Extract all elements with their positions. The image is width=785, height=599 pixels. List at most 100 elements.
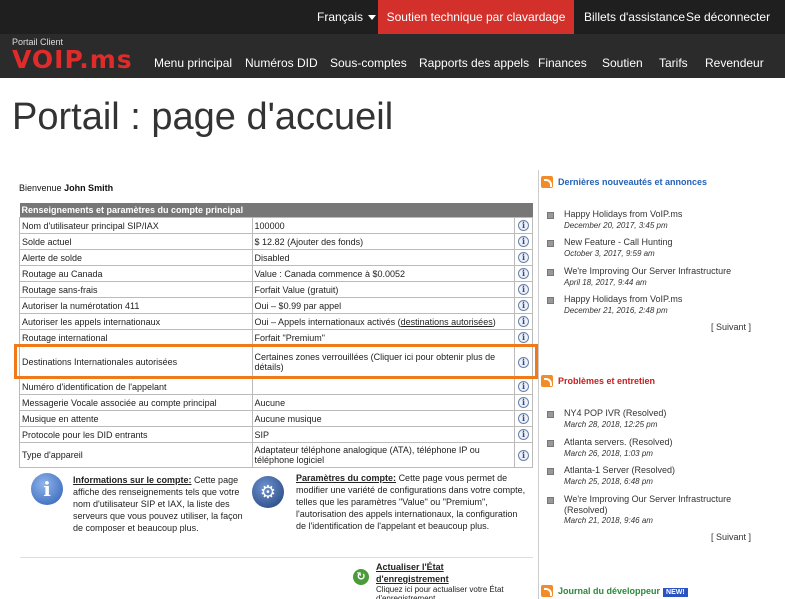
rss-icon[interactable] <box>541 176 553 188</box>
info-icon[interactable]: i <box>518 300 529 311</box>
nav-rapports-appels[interactable]: Rapports des appels <box>419 56 529 70</box>
issues-next-link[interactable]: [ Suivant ] <box>711 532 751 542</box>
issues-section-title[interactable]: Problèmes et entretien <box>558 376 655 386</box>
table-row: Autoriser la numérotation 411 Oui – $0.99… <box>19 297 533 314</box>
table-row: Nom d'utilisateur principal SIP/IAX 10000… <box>19 217 533 234</box>
info-icon[interactable]: i <box>518 413 529 424</box>
info-icon[interactable]: i <box>518 332 529 343</box>
row-label: Routage au Canada <box>19 265 253 282</box>
refresh-icon[interactable]: ↻ <box>353 569 369 585</box>
bullet-icon <box>547 497 554 504</box>
nav-finances[interactable]: Finances <box>538 56 587 70</box>
issue-title[interactable]: Atlanta-1 Server (Resolved) <box>564 465 675 476</box>
main-navigation: Portail Client VOIP.ms Menu principal Nu… <box>0 34 785 78</box>
account-params-block: Paramètres du compte: Cette page vous pe… <box>296 472 528 532</box>
info-icon[interactable]: i <box>518 236 529 247</box>
account-settings-table: Renseignements et paramètres du compte p… <box>19 203 533 468</box>
account-params-link[interactable]: Paramètres du compte: <box>296 473 396 483</box>
row-value: Oui – Appels internationaux activés (des… <box>251 313 516 330</box>
news-date: April 18, 2017, 9:44 am <box>564 278 647 287</box>
row-value: Forfait Value (gratuit) <box>251 281 516 298</box>
highlight-annotation <box>14 344 538 379</box>
row-value: Adaptateur téléphone analogique (ATA), t… <box>251 442 516 468</box>
bullet-icon <box>547 440 554 447</box>
news-title[interactable]: Happy Holidays from VoIP.ms <box>564 294 682 305</box>
info-icon[interactable]: i <box>518 429 529 440</box>
row-value: Aucune <box>251 394 516 411</box>
table-row: Solde actuel $ 12.82 (Ajouter des fonds) i <box>19 233 533 250</box>
info-icon[interactable]: i <box>518 252 529 263</box>
news-date: October 3, 2017, 9:59 am <box>564 249 655 258</box>
support-tickets-link[interactable]: Billets d'assistance <box>584 10 685 24</box>
info-icon[interactable]: i <box>518 316 529 327</box>
row-value: Value : Canada commence à $0.0052 <box>251 265 516 282</box>
table-row: Protocole pour les DID entrants SIP i <box>19 426 533 443</box>
issue-date: March 28, 2018, 12:25 pm <box>564 420 658 429</box>
row-value <box>251 378 516 395</box>
bullet-icon <box>547 269 554 276</box>
bullet-icon <box>547 212 554 219</box>
info-icon[interactable]: i <box>518 397 529 408</box>
chat-support-button[interactable]: Soutien technique par clavardage <box>378 0 574 34</box>
row-value-text: Oui – Appels internationaux activés ( <box>254 316 401 327</box>
row-label: Solde actuel <box>19 233 253 250</box>
info-icon[interactable]: i <box>518 284 529 295</box>
language-selector[interactable]: Français <box>317 10 377 24</box>
row-label: Nom d'utilisateur principal SIP/IAX <box>19 217 253 234</box>
info-icon[interactable]: i <box>518 268 529 279</box>
rss-icon[interactable] <box>541 585 553 597</box>
balance-value[interactable]: $ 12.82 (Ajouter des fonds) <box>251 233 516 250</box>
issue-date: March 21, 2018, 9:46 am <box>564 516 653 525</box>
row-label: Musique en attente <box>19 410 253 427</box>
nav-tarifs[interactable]: Tarifs <box>659 56 688 70</box>
account-info-link[interactable]: Informations sur le compte: <box>73 475 192 485</box>
bullet-icon <box>547 468 554 475</box>
welcome-message: Bienvenue John Smith <box>19 183 113 193</box>
logo[interactable]: Portail Client VOIP.ms <box>12 37 133 73</box>
issue-title[interactable]: We're Improving Our Server Infrastructur… <box>564 494 764 516</box>
row-value: Oui – $0.99 par appel <box>251 297 516 314</box>
row-label: Numéro d'identification de l'appelant <box>19 378 253 395</box>
issue-title[interactable]: NY4 POP IVR (Resolved) <box>564 408 666 419</box>
refresh-status-link[interactable]: Actualiser l'État d'enregistrement <box>376 562 449 584</box>
row-label: Protocole pour les DID entrants <box>19 426 253 443</box>
row-value-suffix: ) <box>492 316 496 327</box>
logout-link[interactable]: Se déconnecter <box>686 10 770 24</box>
nav-menu-principal[interactable]: Menu principal <box>154 56 232 70</box>
account-info-block: Informations sur le compte: Cette page a… <box>73 474 243 534</box>
row-value: SIP <box>251 426 516 443</box>
table-row: Type d'appareil Adaptateur téléphone anal… <box>19 442 533 468</box>
table-row: Messagerie Vocale associée au compte pri… <box>19 394 533 411</box>
info-icon[interactable]: i <box>518 449 529 461</box>
table-row: Alerte de solde Disabled i <box>19 249 533 266</box>
news-title[interactable]: New Feature - Call Hunting <box>564 237 673 248</box>
row-value: Aucune musique <box>251 410 516 427</box>
nav-numeros-did[interactable]: Numéros DID <box>245 56 318 70</box>
table-row: Numéro d'identification de l'appelant i <box>19 378 533 395</box>
dev-journal-title: Journal du développeur NEW! <box>558 586 688 597</box>
info-icon[interactable]: i <box>518 381 529 392</box>
news-next-link[interactable]: [ Suivant ] <box>711 322 751 332</box>
row-label: Autoriser les appels internationaux <box>19 313 253 330</box>
news-section-title[interactable]: Dernières nouveautés et annonces <box>558 177 707 187</box>
page-title: Portail : page d'accueil <box>12 96 394 138</box>
row-label: Alerte de solde <box>19 249 253 266</box>
allowed-destinations-link[interactable]: destinations autorisées <box>401 317 493 327</box>
rss-icon[interactable] <box>541 375 553 387</box>
news-title[interactable]: Happy Holidays from VoIP.ms <box>564 209 682 220</box>
row-label: Type d'appareil <box>19 442 253 468</box>
chevron-down-icon <box>368 15 377 21</box>
dev-journal-link[interactable]: Journal du développeur <box>558 586 660 596</box>
table-row: Musique en attente Aucune musique i <box>19 410 533 427</box>
top-bar: Français Soutien technique par clavardag… <box>0 0 785 34</box>
refresh-status-text: Cliquez ici pour actualiser votre État d… <box>376 585 504 599</box>
issue-title[interactable]: Atlanta servers. (Resolved) <box>564 437 673 448</box>
nav-soutien[interactable]: Soutien <box>602 56 643 70</box>
info-icon[interactable]: i <box>518 220 529 231</box>
table-row: Autoriser les appels internationaux Oui –… <box>19 313 533 330</box>
news-title[interactable]: We're Improving Our Server Infrastructur… <box>564 266 731 277</box>
row-label: Routage sans-frais <box>19 281 253 298</box>
language-label: Français <box>317 10 364 24</box>
nav-revendeur[interactable]: Revendeur <box>705 56 764 70</box>
nav-sous-comptes[interactable]: Sous-comptes <box>330 56 407 70</box>
